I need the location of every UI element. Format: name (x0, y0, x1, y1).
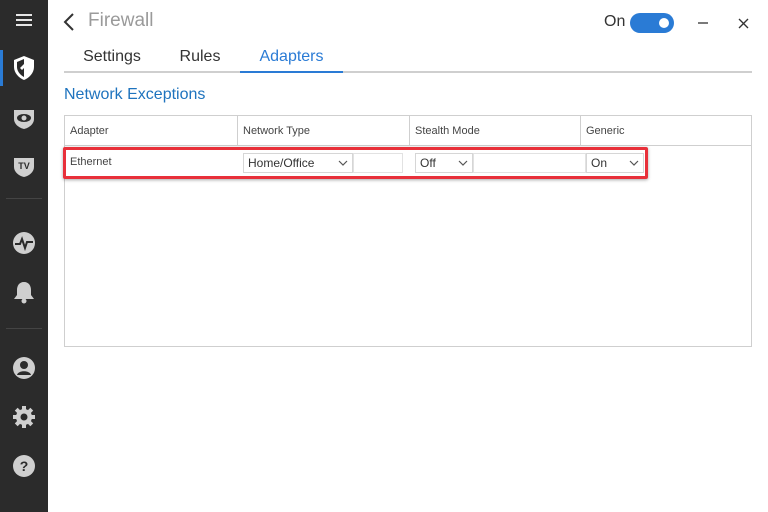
empty-cell (473, 153, 586, 173)
toggle-knob (659, 18, 669, 28)
tab-settings[interactable]: Settings (64, 44, 160, 73)
sidebar-item-settings[interactable] (0, 397, 48, 437)
section-title: Network Exceptions (64, 86, 206, 103)
network-exceptions-table: Adapter Network Type Stealth Mode Generi… (64, 115, 752, 347)
column-header-adapter[interactable]: Adapter (65, 116, 238, 146)
stealth-mode-dropdown[interactable]: Off (415, 153, 473, 173)
sidebar-divider (6, 328, 42, 329)
sidebar-item-help[interactable]: ? (0, 446, 48, 486)
column-header-generic[interactable]: Generic (581, 116, 751, 146)
back-button[interactable] (62, 12, 78, 32)
minimize-button[interactable] (694, 12, 714, 32)
close-icon (738, 18, 749, 29)
sidebar-divider (6, 198, 42, 199)
menu-button[interactable] (0, 0, 48, 40)
table-header: Adapter Network Type Stealth Mode Generi… (65, 116, 751, 146)
chevron-down-icon (338, 160, 348, 166)
firewall-toggle[interactable] (630, 13, 674, 33)
stealth-mode-value: Off (420, 156, 436, 170)
table-row[interactable]: Ethernet Home/Office Off On (65, 147, 751, 177)
sidebar-item-activity[interactable] (0, 223, 48, 263)
tv-icon: TV (14, 158, 34, 177)
sidebar-item-tv[interactable]: TV (0, 146, 48, 186)
svg-text:TV: TV (18, 161, 30, 171)
tab-bar: Settings Rules Adapters (64, 44, 752, 73)
chevron-left-icon (63, 13, 74, 31)
activity-icon (13, 232, 35, 254)
sidebar-item-notifications[interactable] (0, 272, 48, 312)
menu-icon (16, 14, 32, 26)
tab-rules[interactable]: Rules (160, 44, 240, 73)
network-type-value: Home/Office (248, 156, 315, 170)
bell-icon (14, 282, 34, 304)
firewall-toggle-label: On (604, 13, 626, 30)
gear-icon (13, 406, 35, 428)
generic-value: On (591, 156, 608, 170)
column-header-network-type[interactable]: Network Type (238, 116, 410, 146)
tab-adapters[interactable]: Adapters (240, 44, 343, 73)
minimize-icon (698, 22, 708, 24)
page-title: Firewall (88, 10, 154, 31)
column-header-stealth-mode[interactable]: Stealth Mode (410, 116, 581, 146)
close-button[interactable] (734, 12, 754, 32)
chevron-down-icon (629, 160, 639, 166)
sidebar: TV ? (0, 0, 48, 512)
adapter-name: Ethernet (70, 156, 112, 168)
empty-cell (353, 153, 403, 173)
eye-icon (14, 110, 34, 129)
svg-text:?: ? (20, 458, 29, 474)
sidebar-item-firewall[interactable] (0, 48, 48, 88)
shield-icon (14, 56, 34, 80)
generic-dropdown[interactable]: On (586, 153, 644, 173)
network-type-dropdown[interactable]: Home/Office (243, 153, 353, 173)
sidebar-item-account[interactable] (0, 348, 48, 388)
chevron-down-icon (458, 160, 468, 166)
sidebar-item-privacy[interactable] (0, 98, 48, 138)
help-icon: ? (13, 455, 35, 477)
user-icon (13, 357, 35, 379)
